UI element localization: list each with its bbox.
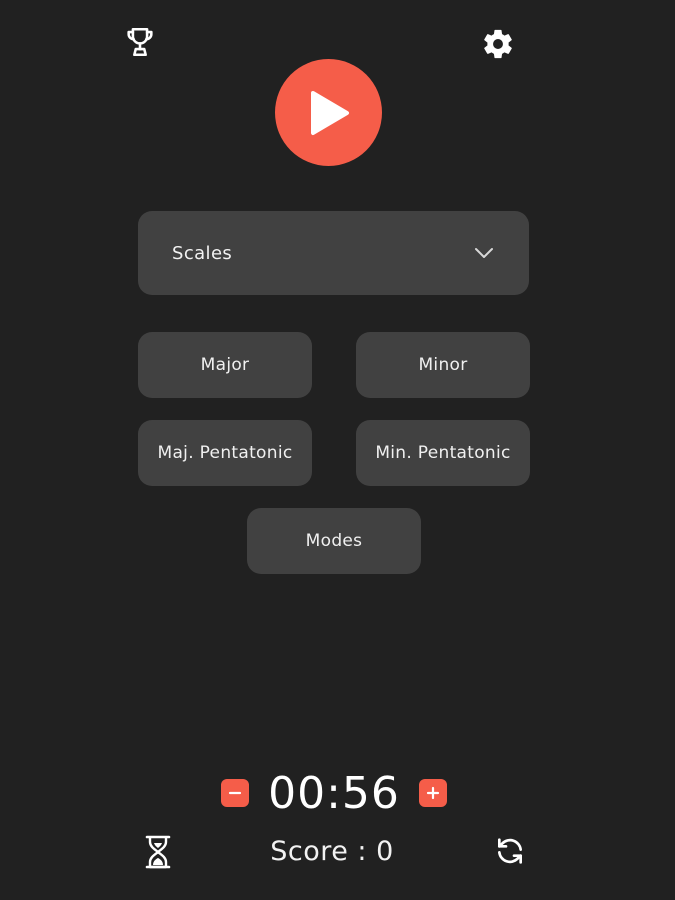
maj-pentatonic-button[interactable]: Maj. Pentatonic (138, 420, 312, 486)
decrease-time-button[interactable] (221, 779, 249, 807)
modes-button[interactable]: Modes (247, 508, 421, 574)
timer-row: 00:56 (0, 764, 675, 824)
hourglass-icon[interactable] (140, 832, 176, 872)
major-button-label: Major (200, 355, 250, 375)
footer-row: Score : 0 (0, 830, 675, 876)
timer-display: 00:56 (268, 768, 400, 819)
minor-button-label: Minor (418, 355, 468, 375)
major-button[interactable]: Major (138, 332, 312, 398)
minus-icon (228, 791, 242, 795)
score-display: Score : 0 (270, 836, 394, 867)
modes-button-label: Modes (305, 531, 363, 551)
play-icon (310, 90, 349, 135)
minor-button[interactable]: Minor (356, 332, 530, 398)
category-dropdown[interactable]: Scales (138, 211, 529, 295)
plus-icon (426, 786, 440, 800)
trophy-icon[interactable] (120, 22, 160, 62)
min-pentatonic-button[interactable]: Min. Pentatonic (356, 420, 530, 486)
app-screen: Scales Major Minor Maj. Pentatonic Min. … (0, 0, 675, 900)
refresh-icon[interactable] (492, 833, 528, 869)
increase-time-button[interactable] (419, 779, 447, 807)
play-button[interactable] (275, 59, 382, 166)
chevron-down-icon (475, 248, 493, 258)
category-dropdown-value: Scales (172, 242, 233, 264)
min-pentatonic-button-label: Min. Pentatonic (375, 443, 511, 463)
maj-pentatonic-button-label: Maj. Pentatonic (157, 443, 293, 463)
gear-icon[interactable] (478, 24, 518, 64)
